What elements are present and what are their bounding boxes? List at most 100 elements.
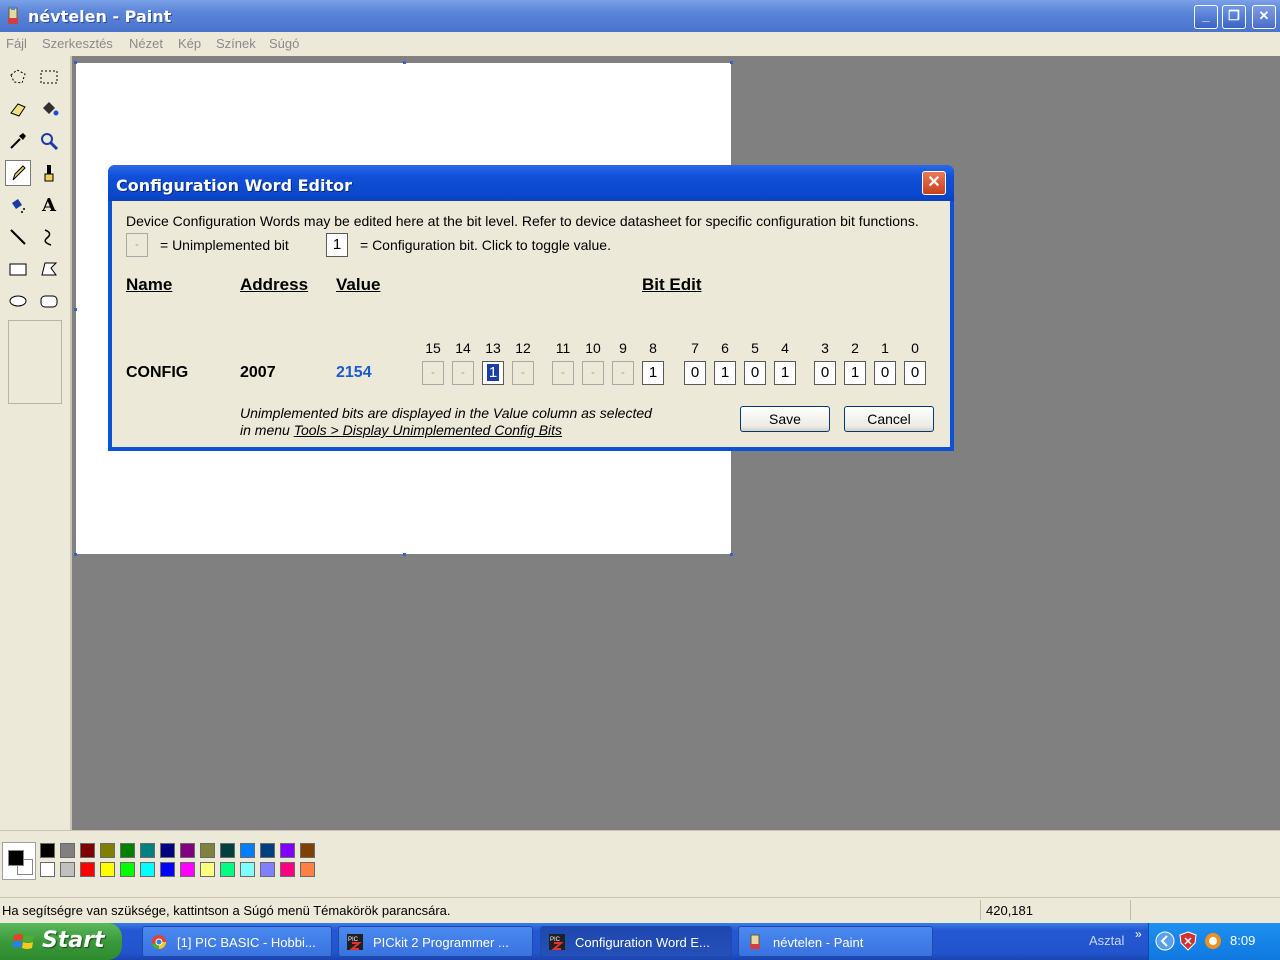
dialog-title-bar[interactable]: Configuration Word Editor ✕ (108, 165, 954, 201)
menu-file[interactable]: Fájl (6, 36, 27, 51)
palette-swatch[interactable] (40, 843, 55, 858)
bit-number-label: 0 (911, 340, 919, 356)
eraser-tool[interactable] (5, 96, 31, 122)
palette-swatch[interactable] (300, 862, 315, 877)
foreground-color[interactable] (8, 850, 24, 866)
palette-swatch[interactable] (140, 843, 155, 858)
palette-swatch[interactable] (100, 862, 115, 877)
bit-number-label: 4 (781, 340, 789, 356)
rounded-rectangle-tool[interactable] (36, 288, 62, 314)
palette-swatch[interactable] (240, 862, 255, 877)
palette-swatch[interactable] (80, 862, 95, 877)
unimplemented-bit-9: - (612, 361, 634, 385)
palette-swatch[interactable] (200, 862, 215, 877)
resize-handle[interactable] (74, 308, 77, 311)
palette-swatch[interactable] (60, 843, 75, 858)
resize-handle[interactable] (74, 553, 77, 556)
bit-number-label: 10 (585, 340, 601, 356)
security-shield-icon[interactable] (1179, 931, 1197, 951)
curve-tool[interactable] (36, 224, 62, 250)
magnifier-tool[interactable] (36, 128, 62, 154)
palette-swatch[interactable] (180, 843, 195, 858)
resize-handle[interactable] (403, 61, 406, 64)
palette-swatch[interactable] (220, 862, 235, 877)
resize-handle[interactable] (730, 61, 733, 64)
pencil-tool[interactable] (5, 160, 31, 186)
menu-colors[interactable]: Színek (216, 36, 256, 51)
config-bit-0[interactable]: 0 (904, 361, 926, 385)
config-bit-4[interactable]: 1 (774, 361, 796, 385)
rectangle-tool[interactable] (5, 256, 31, 282)
fill-tool[interactable] (36, 96, 62, 122)
palette-swatch[interactable] (60, 862, 75, 877)
tray-arrow-icon[interactable] (1155, 931, 1175, 951)
bit-number-label: 2 (851, 340, 859, 356)
config-bit-8[interactable]: 1 (642, 361, 664, 385)
cancel-button[interactable]: Cancel (844, 406, 934, 432)
palette-swatch[interactable] (220, 843, 235, 858)
palette-swatch[interactable] (280, 843, 295, 858)
save-button[interactable]: Save (740, 406, 830, 432)
palette-swatch[interactable] (260, 862, 275, 877)
polygon-icon (41, 262, 58, 276)
palette-swatch[interactable] (180, 862, 195, 877)
free-select-tool[interactable] (5, 64, 31, 90)
polygon-tool[interactable] (36, 256, 62, 282)
palette-swatch[interactable] (40, 862, 55, 877)
tool-options-box[interactable] (8, 320, 62, 404)
legend-unimplemented-label: = Unimplemented bit (160, 237, 289, 253)
config-bit-2[interactable]: 1 (844, 361, 866, 385)
palette-swatch[interactable] (240, 843, 255, 858)
palette-swatch[interactable] (140, 862, 155, 877)
palette-swatch[interactable] (160, 843, 175, 858)
palette-swatch[interactable] (120, 862, 135, 877)
toolbar-chevron[interactable]: » (1135, 927, 1142, 941)
taskbar: Start [1] PIC BASIC - Hobbi... PIC PICki… (0, 923, 1280, 960)
rect-select-tool[interactable] (36, 64, 62, 90)
config-bit-5[interactable]: 0 (744, 361, 766, 385)
brush-tool[interactable] (36, 160, 62, 186)
resize-handle[interactable] (403, 553, 406, 556)
palette-swatch[interactable] (80, 843, 95, 858)
task-chrome[interactable]: [1] PIC BASIC - Hobbi... (142, 926, 332, 957)
config-bit-13[interactable]: 1 (482, 361, 504, 385)
config-bit-7[interactable]: 0 (684, 361, 706, 385)
task-label: névtelen - Paint (773, 935, 864, 950)
menu-path-link: Tools > Display Unimplemented Config Bit… (293, 422, 563, 438)
ellipse-icon (9, 295, 27, 307)
menu-image[interactable]: Kép (178, 36, 201, 51)
palette-swatch[interactable] (160, 862, 175, 877)
resize-handle[interactable] (730, 553, 733, 556)
line-tool[interactable] (5, 224, 31, 250)
maximize-button[interactable]: ❐ (1222, 5, 1246, 29)
color-picker-tool[interactable] (5, 128, 31, 154)
bit-value: 1 (486, 364, 500, 381)
palette-swatch[interactable] (100, 843, 115, 858)
task-pickit-programmer[interactable]: PIC PICkit 2 Programmer ... (338, 926, 533, 957)
minimize-button[interactable]: _ (1194, 5, 1218, 29)
desktop-toolbar-label[interactable]: Asztal (1089, 933, 1124, 948)
palette-swatch[interactable] (280, 862, 295, 877)
menu-edit[interactable]: Szerkesztés (42, 36, 113, 51)
start-button[interactable]: Start (0, 923, 122, 960)
airbrush-tool[interactable] (5, 192, 31, 218)
palette-swatch[interactable] (200, 843, 215, 858)
resize-handle[interactable] (74, 61, 77, 64)
menu-view[interactable]: Nézet (129, 36, 163, 51)
config-bit-1[interactable]: 0 (874, 361, 896, 385)
dialog-close-button[interactable]: ✕ (922, 171, 946, 195)
palette-swatch[interactable] (120, 843, 135, 858)
ellipse-tool[interactable] (5, 288, 31, 314)
close-button[interactable]: ✕ (1252, 5, 1276, 29)
palette-swatch[interactable] (300, 843, 315, 858)
config-bit-6[interactable]: 1 (714, 361, 736, 385)
menu-help[interactable]: Súgó (269, 36, 299, 51)
task-config-word-editor[interactable]: PIC Configuration Word E... (540, 926, 732, 957)
avast-icon[interactable] (1203, 931, 1223, 951)
palette-swatch[interactable] (260, 843, 275, 858)
task-paint[interactable]: névtelen - Paint (738, 926, 933, 957)
text-tool[interactable]: A (36, 192, 62, 218)
config-bit-3[interactable]: 0 (814, 361, 836, 385)
bit-number-label: 12 (515, 340, 531, 356)
paint-title-bar[interactable]: névtelen - Paint _ ❐ ✕ (0, 0, 1280, 32)
